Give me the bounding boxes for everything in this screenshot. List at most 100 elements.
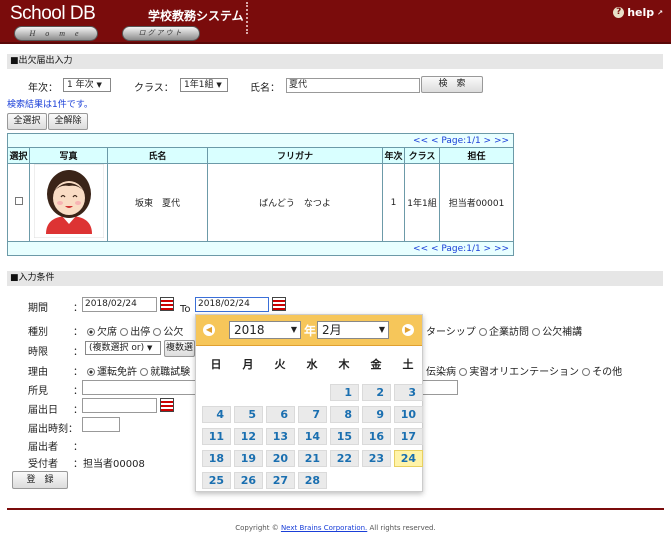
copyright-suffix: All rights reserved.: [369, 524, 436, 532]
radio-suspension[interactable]: [120, 328, 129, 336]
chevron-right-icon[interactable]: ▶: [402, 324, 414, 336]
header-divider: [246, 2, 249, 34]
external-link-icon: ↗: [657, 8, 663, 17]
calendar-day[interactable]: 28: [298, 472, 327, 489]
calendar-day[interactable]: 16: [362, 428, 391, 445]
system-title: 学校教務システム: [148, 9, 244, 23]
pager-top: << < Page:1/1 > >>: [6, 133, 515, 148]
weekday-label: 日: [210, 358, 222, 371]
period-to-input[interactable]: 2018/02/24: [195, 297, 269, 312]
period-from-input[interactable]: 2018/02/24: [82, 297, 157, 312]
select-all-button[interactable]: 全選択: [7, 113, 47, 130]
calendar-day[interactable]: 12: [234, 428, 263, 445]
radio-job-exam-label: 就職試験: [150, 367, 191, 378]
calendar-day[interactable]: 9: [362, 406, 391, 423]
search-result-text: 検索結果は1件です。: [7, 100, 93, 110]
calendar-icon[interactable]: [160, 398, 174, 412]
calendar-day[interactable]: 21: [298, 450, 327, 467]
type-radio-group-right[interactable]: ターシップ 企業訪問 公欠補講: [426, 323, 582, 338]
radio-driving[interactable]: [87, 368, 95, 376]
calendar-day[interactable]: 8: [330, 406, 359, 423]
calendar-day[interactable]: 3: [394, 384, 423, 401]
reason-radio-group-right[interactable]: 伝染病 実習オリエンテーション その他: [426, 363, 622, 378]
calendar-day[interactable]: 18: [202, 450, 231, 467]
name-input[interactable]: 夏代: [286, 78, 420, 93]
radio-orientation[interactable]: [459, 368, 468, 376]
weekday-label: 木: [338, 358, 350, 371]
reason-radio-group[interactable]: 運転免許 就職試験: [87, 363, 190, 378]
submit-date-input[interactable]: [82, 398, 157, 413]
calendar-day[interactable]: 6: [266, 406, 295, 423]
chevron-left-icon[interactable]: ◀: [203, 324, 215, 336]
calendar-day[interactable]: 24: [394, 450, 423, 467]
calendar-day[interactable]: 17: [394, 428, 423, 445]
calendar-day[interactable]: 10: [394, 406, 423, 423]
name-label: 氏名：: [250, 83, 280, 94]
logout-button[interactable]: ログアウト: [122, 26, 200, 41]
submit-time-input[interactable]: [82, 417, 120, 432]
radio-job-exam[interactable]: [140, 368, 149, 376]
multi-select-button[interactable]: 複数選: [164, 340, 195, 357]
column-class: クラス: [404, 147, 440, 164]
home-button[interactable]: H o m e: [14, 26, 98, 41]
column-teacher: 担任: [438, 147, 515, 164]
year-select[interactable]: 2018 ▼: [229, 321, 301, 339]
weekday-label: 月: [242, 358, 254, 371]
column-furigana: フリガナ: [207, 147, 383, 164]
calendar-day[interactable]: 11: [202, 428, 231, 445]
calendar-day[interactable]: 15: [330, 428, 359, 445]
calendar-icon[interactable]: [272, 297, 286, 311]
type-radio-group[interactable]: 欠席 出停 公欠: [87, 323, 183, 338]
calendar-day[interactable]: 26: [234, 472, 263, 489]
deselect-all-button[interactable]: 全解除: [48, 113, 88, 130]
radio-company-visit[interactable]: [479, 328, 487, 336]
radio-official[interactable]: [153, 328, 162, 336]
radio-absent[interactable]: [87, 328, 95, 336]
submitter-value: ：: [73, 442, 83, 453]
calendar-day[interactable]: 19: [234, 450, 263, 467]
table-header: 選択 写真 氏名 フリガナ 年次 クラス 担任: [7, 147, 515, 164]
class-select[interactable]: 1年1組 ▼: [180, 78, 228, 92]
month-select[interactable]: 2月 ▼: [317, 321, 389, 339]
calendar-day[interactable]: 22: [330, 450, 359, 467]
help-link[interactable]: ? help ↗: [613, 6, 663, 19]
calendar-day[interactable]: 2: [362, 384, 391, 401]
copyright: Copyright © Next Brains Corporation. All…: [0, 524, 671, 532]
calendar-day[interactable]: 23: [362, 450, 391, 467]
radio-suspension-label: 出停: [130, 327, 151, 338]
radio-other-label: その他: [592, 367, 623, 378]
calendar-day[interactable]: 25: [202, 472, 231, 489]
app-logo: School DB: [10, 3, 96, 24]
radio-company-visit-label: 企業訪問: [489, 327, 529, 338]
pager-text-bottom[interactable]: << < Page:1/1 > >>: [6, 241, 515, 256]
calendar-day[interactable]: 7: [298, 406, 327, 423]
submit-date-label: 届出日: [28, 405, 58, 416]
help-label: help: [627, 6, 655, 19]
radio-other[interactable]: [582, 368, 591, 376]
location-label: 所見: [28, 386, 48, 397]
row-checkbox-cell[interactable]: [7, 163, 30, 242]
time-select[interactable]: (複数選択 or) ▼: [85, 341, 161, 355]
calendar-day[interactable]: 5: [234, 406, 263, 423]
calendar-day[interactable]: 4: [202, 406, 231, 423]
column-grade: 年次: [382, 147, 405, 164]
weekday-label: 火: [274, 358, 286, 371]
calendar-day[interactable]: 27: [266, 472, 295, 489]
question-icon: ?: [613, 7, 625, 18]
date-picker: ◀ 2018 ▼ 年 2月 ▼ ▶ 日月火水木金土 1 2 3 4 5 6 7 8 9 10 11 12 1…: [195, 314, 423, 492]
student-name: 坂東 夏代: [107, 163, 208, 242]
table-row[interactable]: 坂東 夏代 ばんどう なつよ 1 1年1組 担当者00001: [7, 163, 515, 242]
calendar-day[interactable]: 20: [266, 450, 295, 467]
search-button[interactable]: 検 索: [421, 76, 483, 93]
calendar-day[interactable]: 1: [330, 384, 359, 401]
calendar-icon[interactable]: [160, 297, 174, 311]
app-header: School DB 学校教務システム H o m e ログアウト ? help …: [0, 0, 671, 44]
radio-makeup[interactable]: [532, 328, 541, 336]
register-button[interactable]: 登 録: [12, 471, 68, 489]
calendar-day[interactable]: 14: [298, 428, 327, 445]
grade-select[interactable]: 1 年次 ▼: [63, 78, 111, 92]
company-link[interactable]: Next Brains Corporation.: [281, 524, 367, 532]
calendar-day[interactable]: 13: [266, 428, 295, 445]
pager-text[interactable]: << < Page:1/1 > >>: [6, 133, 515, 148]
row-checkbox[interactable]: [14, 197, 23, 205]
